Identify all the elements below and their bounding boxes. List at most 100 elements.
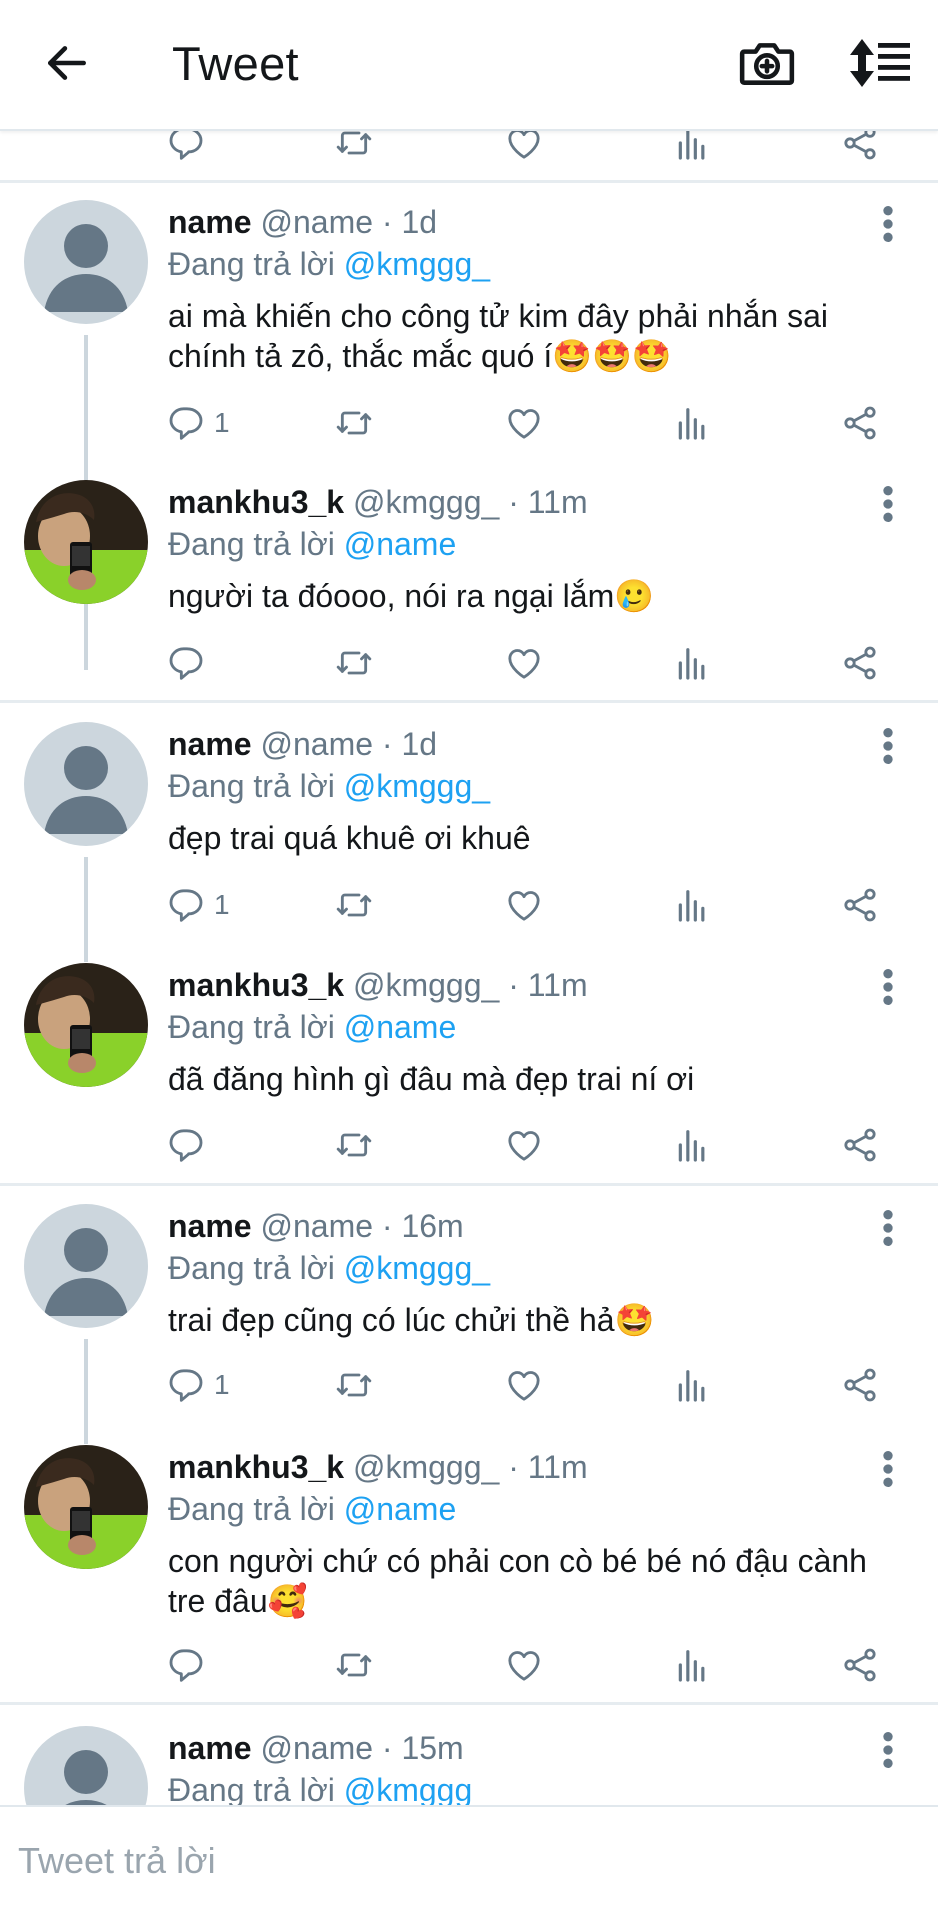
display-name[interactable]: name: [168, 1730, 252, 1766]
retweet-button[interactable]: [334, 1640, 374, 1690]
sort-icon[interactable]: [848, 36, 912, 90]
mention-link[interactable]: @name: [344, 1009, 457, 1045]
camera-plus-icon[interactable]: [738, 36, 796, 90]
analytics-button[interactable]: [672, 1640, 712, 1690]
reply-input[interactable]: [18, 1829, 898, 1893]
timestamp: · 11m: [508, 967, 588, 1003]
retweet-button[interactable]: [334, 638, 374, 688]
share-button[interactable]: [840, 1120, 880, 1170]
mention-link[interactable]: @name: [344, 1491, 457, 1527]
top-app-bar: Tweet: [0, 0, 938, 131]
heart-icon: [508, 649, 540, 679]
reply-button[interactable]: 1: [166, 1360, 230, 1410]
like-button[interactable]: [504, 1120, 544, 1170]
reply-button[interactable]: 1: [166, 880, 230, 930]
mention-link[interactable]: @kmggg_: [344, 768, 490, 804]
page-title: Tweet: [172, 37, 299, 90]
analytics-icon: [678, 1650, 705, 1682]
avatar[interactable]: [24, 722, 148, 846]
more-vertical-icon[interactable]: [876, 1730, 900, 1770]
share-button[interactable]: [840, 880, 880, 930]
more-vertical-icon[interactable]: [876, 204, 900, 244]
tweet-text: người ta đóooo, nói ra ngại lắm🥲: [168, 578, 655, 614]
like-button[interactable]: [504, 1640, 544, 1690]
retweet-button[interactable]: [334, 1360, 374, 1410]
mention-link[interactable]: @name: [344, 526, 457, 562]
reply-icon: [169, 1129, 203, 1162]
analytics-icon: [678, 648, 705, 680]
analytics-button[interactable]: [672, 1120, 712, 1170]
reply-icon: [169, 647, 203, 680]
retweet-icon: [336, 1373, 372, 1397]
divider: [0, 1183, 938, 1186]
share-button[interactable]: [840, 398, 880, 448]
more-vertical-icon[interactable]: [876, 1208, 900, 1248]
analytics-button[interactable]: [672, 398, 712, 448]
share-icon: [844, 1368, 876, 1402]
avatar[interactable]: [24, 963, 148, 1087]
replying-to: Đang trả lời @name: [168, 526, 456, 563]
reply-icon: [169, 1649, 203, 1682]
reply-button[interactable]: [166, 638, 206, 688]
tweet-text: ai mà khiến cho công tử kim đây phải nhắ…: [168, 298, 829, 374]
timestamp: · 11m: [508, 484, 588, 520]
share-button[interactable]: [840, 638, 880, 688]
like-button[interactable]: [504, 398, 544, 448]
reply-tweet[interactable]: name @name · 15m Đang trả lời @kmggg_: [0, 1726, 938, 1805]
heart-icon: [508, 1651, 540, 1681]
analytics-button[interactable]: [672, 638, 712, 688]
display-name[interactable]: name: [168, 1208, 252, 1244]
user-handle: @kmggg_: [352, 1449, 500, 1485]
analytics-button[interactable]: [672, 1360, 712, 1410]
replying-to: Đang trả lời @kmggg_: [168, 768, 490, 805]
share-button[interactable]: [840, 1640, 880, 1690]
display-name[interactable]: name: [168, 204, 252, 240]
like-button[interactable]: [504, 880, 544, 930]
more-vertical-icon[interactable]: [876, 726, 900, 766]
user-handle: @name: [260, 726, 374, 762]
reply-button[interactable]: [166, 1120, 206, 1170]
retweet-button[interactable]: [334, 1120, 374, 1170]
share-button[interactable]: [840, 1360, 880, 1410]
like-button[interactable]: [504, 1360, 544, 1410]
retweet-button[interactable]: [334, 398, 374, 448]
avatar[interactable]: [24, 1204, 148, 1328]
avatar[interactable]: [24, 1445, 148, 1569]
display-name[interactable]: mankhu3_k: [168, 967, 344, 1003]
tweet-header: mankhu3_k @kmggg_ · 11m: [168, 967, 588, 1004]
back-arrow-icon[interactable]: [42, 38, 92, 88]
reply-button[interactable]: 1: [166, 398, 230, 448]
more-vertical-icon[interactable]: [876, 967, 900, 1007]
divider: [0, 700, 938, 703]
display-name[interactable]: mankhu3_k: [168, 484, 344, 520]
tweet-actions: [0, 1640, 938, 1690]
mention-link[interactable]: @kmggg_: [344, 246, 490, 282]
retweet-button[interactable]: [334, 880, 374, 930]
mention-link[interactable]: @kmggg_: [344, 1772, 490, 1805]
mention-link[interactable]: @kmggg_: [344, 1250, 490, 1286]
display-name[interactable]: mankhu3_k: [168, 1449, 344, 1485]
display-name[interactable]: name: [168, 726, 252, 762]
reply-button[interactable]: [166, 1640, 206, 1690]
reply-thread: name @name · 1d Đang trả lời @kmggg_ ai mà…: [0, 0, 938, 1805]
user-handle: @kmggg_: [352, 967, 500, 1003]
retweet-icon: [336, 1133, 372, 1157]
avatar[interactable]: [24, 200, 148, 324]
heart-icon: [508, 1371, 540, 1401]
more-vertical-icon[interactable]: [876, 484, 900, 524]
analytics-button[interactable]: [672, 880, 712, 930]
like-button[interactable]: [504, 638, 544, 688]
share-icon: [844, 646, 876, 680]
retweet-icon: [336, 651, 372, 675]
reply-count: 1: [214, 407, 230, 438]
tweet-text: con người chứ có phải con cò bé bé nó đậ…: [168, 1543, 867, 1619]
retweet-icon: [336, 411, 372, 435]
divider: [0, 180, 938, 183]
reply-icon: [169, 407, 203, 440]
avatar[interactable]: [24, 1726, 148, 1805]
timestamp: · 1d: [381, 726, 438, 762]
retweet-icon: [336, 1653, 372, 1677]
avatar[interactable]: [24, 480, 148, 604]
more-vertical-icon[interactable]: [876, 1449, 900, 1489]
user-handle: @name: [260, 1208, 374, 1244]
